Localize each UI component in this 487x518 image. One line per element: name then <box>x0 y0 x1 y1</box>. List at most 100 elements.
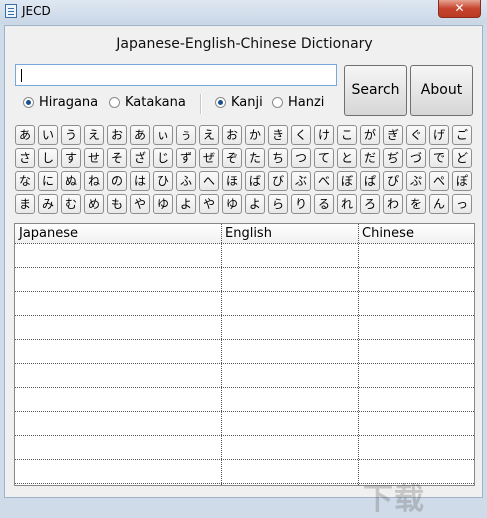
kana-key[interactable]: ぱ <box>360 171 380 191</box>
column-header-japanese[interactable]: Japanese <box>15 224 221 243</box>
row-gridline <box>15 267 474 268</box>
kana-key[interactable]: ら <box>268 194 288 214</box>
kana-key[interactable]: だ <box>360 148 380 168</box>
kana-key[interactable]: ろ <box>360 194 380 214</box>
kana-key[interactable]: ぃ <box>153 125 173 145</box>
column-header-chinese[interactable]: Chinese <box>358 224 474 243</box>
kana-key[interactable]: ち <box>268 148 288 168</box>
kana-key[interactable]: お <box>107 125 127 145</box>
kana-key[interactable]: れ <box>337 194 357 214</box>
kana-key[interactable]: ぜ <box>199 148 219 168</box>
hanzi-radio[interactable] <box>272 97 283 108</box>
kana-key[interactable]: ぬ <box>61 171 81 191</box>
kana-key[interactable]: ね <box>84 171 104 191</box>
kana-key[interactable]: は <box>130 171 150 191</box>
column-header-english[interactable]: English <box>221 224 358 243</box>
kana-key[interactable]: ほ <box>222 171 242 191</box>
kana-key[interactable]: わ <box>383 194 403 214</box>
kana-key[interactable]: に <box>38 171 58 191</box>
kana-key[interactable]: な <box>15 171 35 191</box>
kana-key[interactable]: ひ <box>153 171 173 191</box>
kana-key[interactable]: ば <box>245 171 265 191</box>
kana-key[interactable]: お <box>222 125 242 145</box>
kana-key[interactable]: き <box>268 125 288 145</box>
kana-key[interactable]: た <box>245 148 265 168</box>
kana-key[interactable]: さ <box>15 148 35 168</box>
kana-key[interactable]: す <box>61 148 81 168</box>
kana-key[interactable]: ず <box>176 148 196 168</box>
kana-key[interactable]: ぴ <box>383 171 403 191</box>
kana-key[interactable]: も <box>107 194 127 214</box>
kana-key[interactable]: ぽ <box>452 171 472 191</box>
kana-key[interactable]: え <box>199 125 219 145</box>
kana-key[interactable]: い <box>38 125 58 145</box>
kana-key[interactable]: と <box>337 148 357 168</box>
kana-key[interactable]: ぅ <box>176 125 196 145</box>
script-radio-group: Hiragana Katakana <box>21 93 201 115</box>
kana-key[interactable]: ご <box>452 125 472 145</box>
kana-key[interactable]: が <box>360 125 380 145</box>
kana-key[interactable]: ま <box>15 194 35 214</box>
kana-key[interactable]: の <box>107 171 127 191</box>
kanji-label[interactable]: Kanji <box>231 95 263 110</box>
row-gridline <box>15 363 474 364</box>
kana-key[interactable]: う <box>61 125 81 145</box>
kana-key[interactable]: ぎ <box>383 125 403 145</box>
hanzi-label[interactable]: Hanzi <box>288 95 324 110</box>
kana-key[interactable]: へ <box>199 171 219 191</box>
kana-key[interactable]: げ <box>429 125 449 145</box>
kana-key[interactable]: び <box>268 171 288 191</box>
kana-key[interactable]: か <box>245 125 265 145</box>
kana-key[interactable]: や <box>199 194 219 214</box>
kana-key[interactable]: じ <box>153 148 173 168</box>
close-button[interactable]: ✕ <box>438 0 481 18</box>
kana-key[interactable]: で <box>429 148 449 168</box>
kana-key[interactable]: づ <box>406 148 426 168</box>
kana-key[interactable]: り <box>291 194 311 214</box>
katakana-label[interactable]: Katakana <box>125 95 186 110</box>
kana-key[interactable]: ぐ <box>406 125 426 145</box>
kana-key[interactable]: み <box>38 194 58 214</box>
kana-key[interactable]: ゆ <box>153 194 173 214</box>
kana-key[interactable]: て <box>314 148 334 168</box>
kana-key[interactable]: ぺ <box>429 171 449 191</box>
kana-key[interactable]: ゆ <box>222 194 242 214</box>
kana-key[interactable]: ど <box>452 148 472 168</box>
kana-key[interactable]: よ <box>176 194 196 214</box>
kana-key[interactable]: つ <box>291 148 311 168</box>
kana-key[interactable]: け <box>314 125 334 145</box>
kana-key[interactable]: っ <box>452 194 472 214</box>
kana-key[interactable]: ぼ <box>337 171 357 191</box>
katakana-radio[interactable] <box>109 97 120 108</box>
kana-key[interactable]: ぷ <box>406 171 426 191</box>
title-bar[interactable]: JECD ✕ <box>0 0 487 24</box>
kana-key[interactable]: く <box>291 125 311 145</box>
kana-key[interactable]: め <box>84 194 104 214</box>
search-button[interactable]: Search <box>344 65 407 116</box>
kana-key[interactable]: る <box>314 194 334 214</box>
kana-key[interactable]: あ <box>130 125 150 145</box>
results-table[interactable]: Japanese English Chinese <box>14 223 475 486</box>
kana-key[interactable]: せ <box>84 148 104 168</box>
kana-key[interactable]: ざ <box>130 148 150 168</box>
kana-key[interactable]: ぢ <box>383 148 403 168</box>
kana-key[interactable]: よ <box>245 194 265 214</box>
kanji-radio[interactable] <box>215 97 226 108</box>
about-button[interactable]: About <box>410 65 473 116</box>
kana-key[interactable]: あ <box>15 125 35 145</box>
kana-key[interactable]: ぞ <box>222 148 242 168</box>
kana-key[interactable]: ぶ <box>291 171 311 191</box>
kana-key[interactable]: む <box>61 194 81 214</box>
hiragana-radio[interactable] <box>23 97 34 108</box>
kana-key[interactable]: ん <box>429 194 449 214</box>
kana-key[interactable]: や <box>130 194 150 214</box>
hiragana-label[interactable]: Hiragana <box>39 95 98 110</box>
search-input[interactable] <box>15 64 337 86</box>
kana-key[interactable]: そ <box>107 148 127 168</box>
kana-key[interactable]: べ <box>314 171 334 191</box>
kana-key[interactable]: え <box>84 125 104 145</box>
kana-key[interactable]: ふ <box>176 171 196 191</box>
kana-key[interactable]: を <box>406 194 426 214</box>
kana-key[interactable]: し <box>38 148 58 168</box>
kana-key[interactable]: こ <box>337 125 357 145</box>
